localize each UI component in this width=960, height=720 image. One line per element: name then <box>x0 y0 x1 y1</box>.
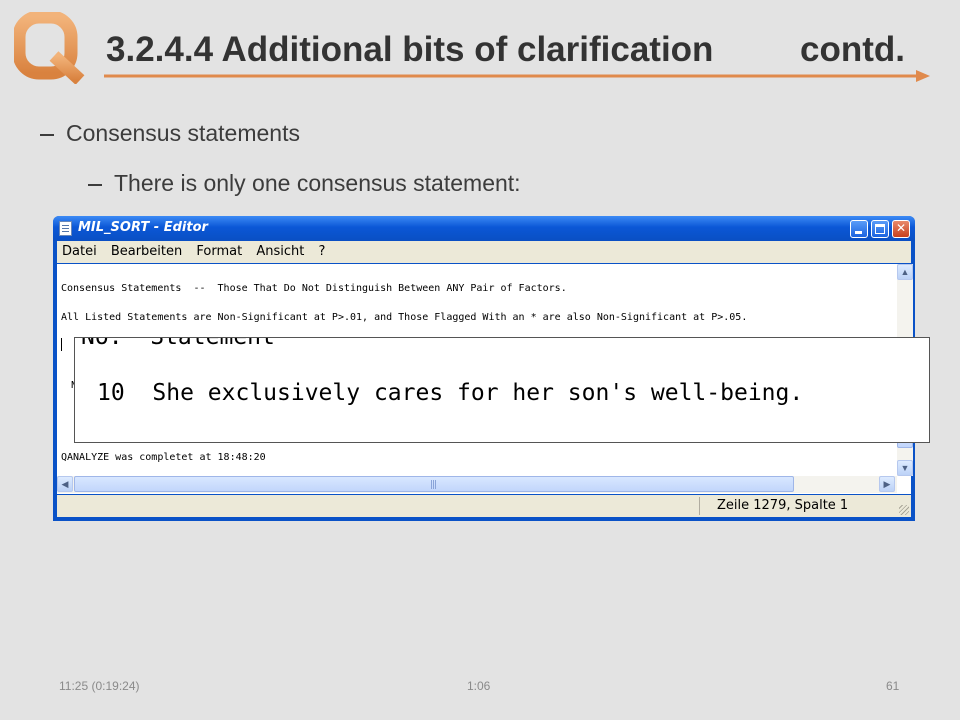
scroll-down-button[interactable]: ▼ <box>897 460 913 476</box>
editor-line: Consensus Statements -- Those That Do No… <box>61 283 567 294</box>
cursor-position: Zeile 1279, Spalte 1 <box>717 498 849 513</box>
window-title: MIL_SORT - Editor <box>78 220 208 235</box>
bullet-text: There is only one consensus statement: <box>114 170 521 196</box>
slide-title-suffix: contd. <box>800 30 905 69</box>
status-bar: Zeile 1279, Spalte 1 <box>57 495 911 517</box>
window-titlebar[interactable]: MIL_SORT - Editor ✕ <box>53 216 915 241</box>
q-logo <box>14 12 85 84</box>
menu-format[interactable]: Format <box>191 241 247 259</box>
menu-ansicht[interactable]: Ansicht <box>251 241 309 259</box>
bullet-text: Consensus statements <box>66 120 300 146</box>
footer-duration: 1:06 <box>467 679 491 693</box>
notepad-icon[interactable] <box>59 221 72 236</box>
zoom-header: No. Statement <box>81 337 275 350</box>
resize-grip-icon[interactable] <box>899 505 909 515</box>
menu-datei[interactable]: Datei <box>57 241 102 259</box>
bullet-one-statement: There is only one consensus statement: <box>88 170 521 197</box>
minimize-button[interactable] <box>850 220 868 238</box>
close-button[interactable]: ✕ <box>892 220 910 238</box>
menu-bearbeiten[interactable]: Bearbeiten <box>106 241 187 259</box>
page-number: 61 <box>886 679 900 693</box>
bullet-consensus-statements: Consensus statements <box>40 120 300 147</box>
status-separator <box>699 497 700 515</box>
slide-title-text: 3.2.4.4 Additional bits of clarification <box>106 30 714 69</box>
bullet-dash <box>88 183 102 186</box>
editor-line: QANALYZE was completet at 18:48:20 <box>61 452 266 463</box>
scroll-up-button[interactable]: ▲ <box>897 264 913 280</box>
editor-line: All Listed Statements are Non-Significan… <box>61 312 748 323</box>
text-caret <box>61 338 62 351</box>
title-underline-arrow <box>104 70 930 82</box>
bullet-dash <box>40 133 54 136</box>
menu-help[interactable]: ? <box>314 241 331 259</box>
maximize-button[interactable] <box>871 220 889 238</box>
zoom-callout: No. Statement 10 She exclusively cares f… <box>74 337 930 443</box>
horizontal-scrollbar[interactable]: ◀ ▶ <box>57 476 897 493</box>
consensus-statement-row: 10 She exclusively cares for her son's w… <box>97 380 804 406</box>
footer-time: 11:25 (0:19:24) <box>59 679 140 693</box>
menu-bar: Datei Bearbeiten Format Ansicht ? <box>57 241 911 263</box>
scroll-left-button[interactable]: ◀ <box>57 476 73 492</box>
horizontal-scroll-thumb[interactable] <box>74 476 794 492</box>
slide-title: 3.2.4.4 Additional bits of clarification… <box>106 30 906 70</box>
scroll-right-button[interactable]: ▶ <box>879 476 895 492</box>
